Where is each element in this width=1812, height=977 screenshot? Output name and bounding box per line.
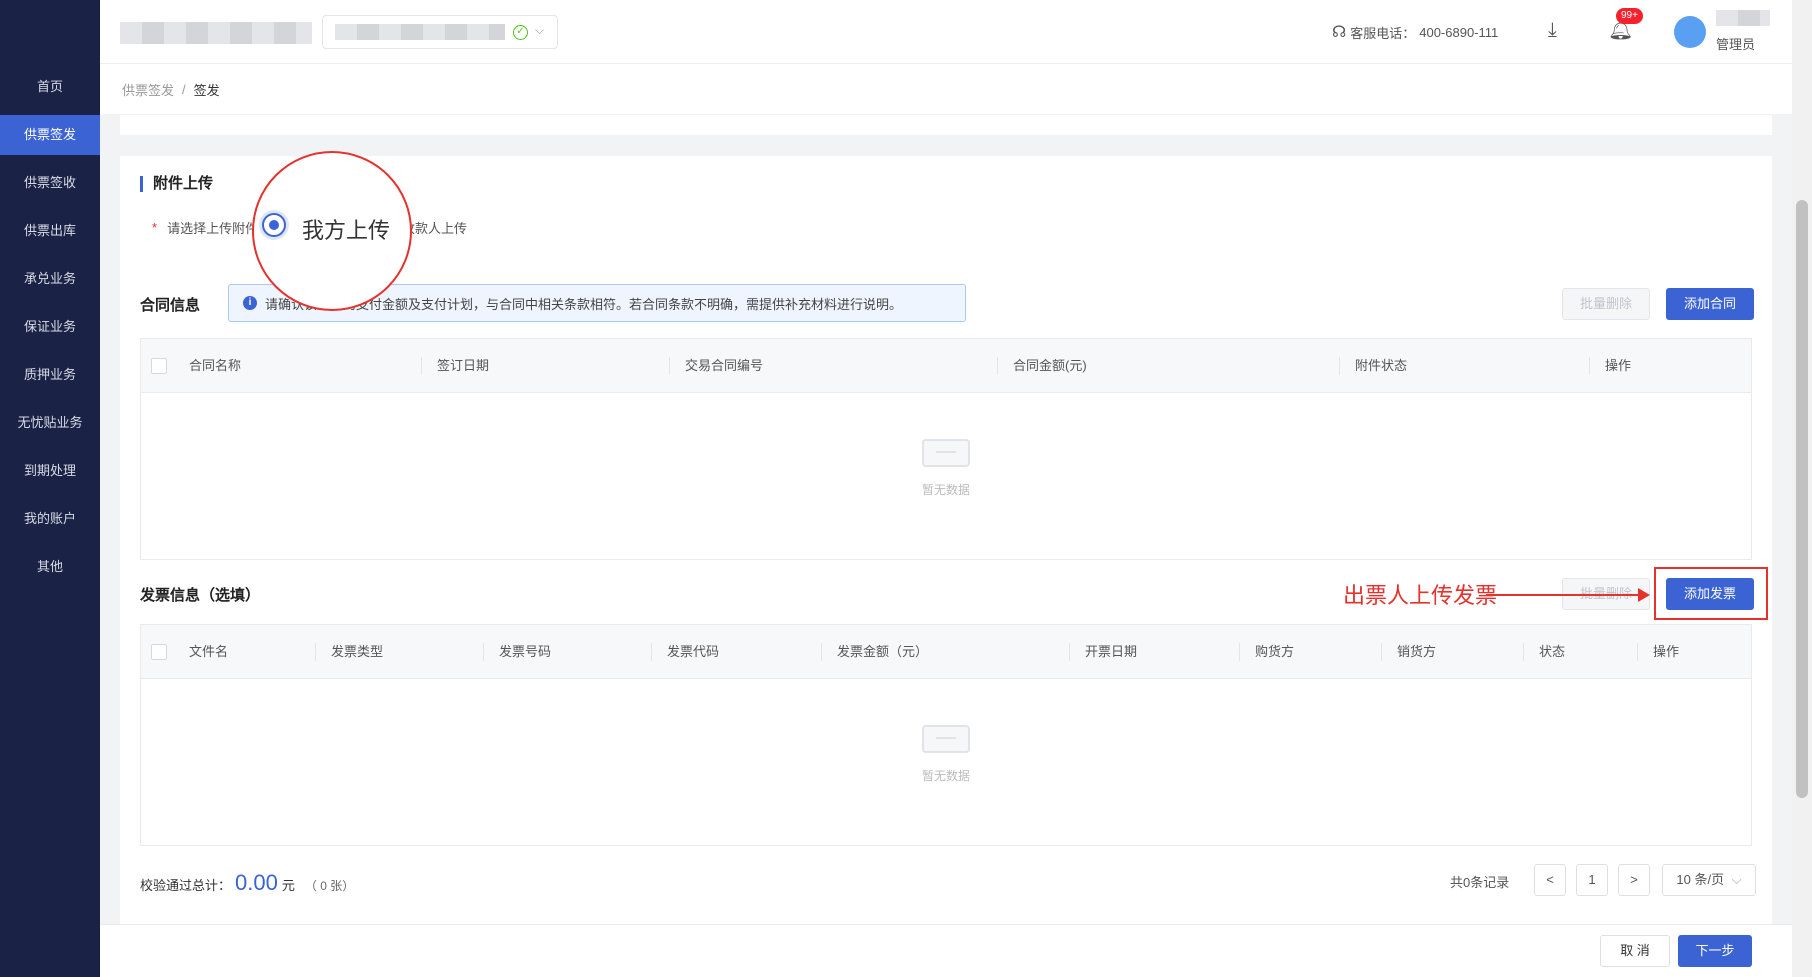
scrollbar-thumb[interactable] bbox=[1796, 200, 1808, 798]
sidebar-item-maturity[interactable]: 到期处理 bbox=[0, 451, 100, 491]
breadcrumb-separator: / bbox=[182, 81, 186, 97]
contract-select-all-checkbox[interactable] bbox=[151, 358, 167, 374]
column-header: 附件状态 bbox=[1355, 358, 1408, 373]
annotation-zoom-circle: 我方上传 bbox=[252, 151, 412, 311]
invoice-table-header: 文件名 发票类型 发票号码 发票代码 发票金额（元） 开票日期 购货方 销货方 … bbox=[141, 625, 1751, 679]
page-size-select[interactable]: 10 条/页 ⌵ bbox=[1662, 864, 1756, 896]
column-header: 操作 bbox=[1605, 358, 1632, 373]
column-header: 发票号码 bbox=[499, 644, 552, 659]
sidebar-item-home[interactable]: 首页 bbox=[0, 67, 100, 107]
radio-self-upload[interactable] bbox=[262, 213, 286, 237]
sidebar-item-guarantee[interactable]: 保证业务 bbox=[0, 307, 100, 347]
pagination-next-button[interactable]: > bbox=[1618, 864, 1650, 896]
invoice-empty-state: 暂无数据 bbox=[141, 719, 1751, 784]
upload-source-question: 请选择上传附件 bbox=[167, 221, 259, 236]
hotline-label: 客服电话： bbox=[1350, 25, 1416, 41]
user-role: 管理员 bbox=[1716, 37, 1756, 52]
contract-batch-delete-button[interactable]: 批量删除 bbox=[1562, 288, 1650, 320]
chevron-down-icon: ⌵ bbox=[535, 23, 545, 37]
username-redacted bbox=[1716, 10, 1770, 26]
contract-empty-state: 暂无数据 bbox=[141, 433, 1751, 498]
column-header: 发票类型 bbox=[331, 644, 384, 659]
page-size-value: 10 条/页 bbox=[1676, 872, 1725, 887]
pagination-page-1[interactable]: 1 bbox=[1576, 864, 1608, 896]
radio-self-upload-label: 我方上传 bbox=[302, 218, 391, 243]
notification-badge: 99+ bbox=[1616, 8, 1643, 24]
sidebar-item-bill-receive[interactable]: 供票签收 bbox=[0, 163, 100, 203]
sidebar-item-bill-outbound[interactable]: 供票出库 bbox=[0, 211, 100, 251]
contract-table: 合同名称 签订日期 交易合同编号 合同金额(元) 附件状态 操作 暂无数据 bbox=[140, 338, 1752, 560]
sidebar-item-acceptance[interactable]: 承兑业务 bbox=[0, 259, 100, 299]
total-amount: 0.00 bbox=[235, 870, 278, 895]
sidebar: 首页 供票签发 供票签收 供票出库 承兑业务 保证业务 质押业务 无忧贴业务 到… bbox=[0, 0, 100, 977]
empty-box-icon bbox=[916, 433, 976, 473]
previous-section-bottom bbox=[120, 115, 1772, 135]
required-mark: * bbox=[152, 220, 158, 235]
sidebar-item-bill-issue[interactable]: 供票签发 bbox=[0, 115, 100, 155]
empty-box-icon bbox=[916, 719, 976, 759]
breadcrumb-current: 签发 bbox=[193, 82, 220, 98]
invoice-title: 发票信息（选填） bbox=[140, 587, 261, 604]
verified-icon: ✓ bbox=[513, 25, 528, 40]
hotline-number: 400-6890-111 bbox=[1419, 24, 1499, 40]
top-header: ✓ ⌵ ☊ 客服电话： 400-6890-111 ⤓ 🔔︎ 99+ 管理员 bbox=[100, 0, 1792, 64]
annotation-arrow-line bbox=[1486, 594, 1642, 596]
pagination-prev-button[interactable]: < bbox=[1534, 864, 1566, 896]
breadcrumb-parent[interactable]: 供票签发 bbox=[122, 80, 174, 99]
contract-table-header: 合同名称 签订日期 交易合同编号 合同金额(元) 附件状态 操作 bbox=[141, 339, 1751, 393]
sidebar-item-pledge[interactable]: 质押业务 bbox=[0, 355, 100, 395]
chevron-down-icon: ⌵ bbox=[1731, 872, 1742, 887]
footer-action-bar: 取 消 下一步 bbox=[100, 924, 1792, 977]
column-header: 签订日期 bbox=[437, 358, 490, 373]
total-count: （ 0 张） bbox=[304, 879, 355, 893]
attachment-title: 附件上传 bbox=[140, 176, 213, 192]
column-header: 操作 bbox=[1653, 644, 1680, 659]
info-icon: i bbox=[243, 296, 257, 310]
verified-total: 校验通过总计： 0.00 元 （ 0 张） bbox=[140, 870, 354, 896]
column-header: 销货方 bbox=[1397, 644, 1437, 659]
headset-icon: ☊ bbox=[1332, 24, 1347, 41]
empty-text: 暂无数据 bbox=[921, 769, 970, 783]
download-icon[interactable]: ⤓ bbox=[1548, 20, 1557, 40]
organization-name-redacted bbox=[335, 24, 505, 40]
column-header: 发票金额（元） bbox=[837, 644, 929, 659]
company-name-redacted bbox=[120, 22, 312, 44]
sidebar-item-discount[interactable]: 无忧贴业务 bbox=[0, 403, 100, 443]
organization-select[interactable]: ✓ ⌵ bbox=[322, 15, 558, 49]
column-header: 文件名 bbox=[189, 644, 229, 659]
customer-service-hotline: ☊ 客服电话： 400-6890-111 bbox=[1332, 22, 1498, 42]
upload-source-field: * 请选择上传附件 收款人上传 bbox=[152, 218, 467, 237]
column-header: 交易合同编号 bbox=[685, 358, 764, 373]
sidebar-item-other[interactable]: 其他 bbox=[0, 547, 100, 587]
column-header: 合同金额(元) bbox=[1013, 358, 1087, 373]
annotation-text: 出票人上传发票 bbox=[1343, 583, 1498, 608]
cancel-button[interactable]: 取 消 bbox=[1600, 935, 1670, 967]
column-header: 购货方 bbox=[1255, 644, 1295, 659]
invoice-select-all-checkbox[interactable] bbox=[151, 644, 167, 660]
sidebar-item-my-account[interactable]: 我的账户 bbox=[0, 499, 100, 539]
total-label: 校验通过总计： bbox=[140, 878, 232, 893]
annotation-arrow-head bbox=[1638, 588, 1650, 602]
add-contract-button[interactable]: 添加合同 bbox=[1666, 288, 1754, 320]
total-unit: 元 bbox=[281, 878, 295, 893]
next-step-button[interactable]: 下一步 bbox=[1678, 935, 1752, 967]
empty-text: 暂无数据 bbox=[921, 483, 970, 497]
column-header: 发票代码 bbox=[667, 644, 720, 659]
breadcrumb: 供票签发 / 签发 bbox=[100, 64, 1792, 114]
avatar[interactable] bbox=[1674, 16, 1706, 48]
invoice-table: 文件名 发票类型 发票号码 发票代码 发票金额（元） 开票日期 购货方 销货方 … bbox=[140, 624, 1752, 846]
column-header: 开票日期 bbox=[1085, 644, 1138, 659]
column-header: 状态 bbox=[1539, 644, 1566, 659]
contract-title: 合同信息 bbox=[140, 297, 201, 314]
pagination-total: 共0条记录 bbox=[1450, 875, 1510, 890]
column-header: 合同名称 bbox=[189, 358, 242, 373]
annotation-highlight-box bbox=[1654, 567, 1768, 620]
